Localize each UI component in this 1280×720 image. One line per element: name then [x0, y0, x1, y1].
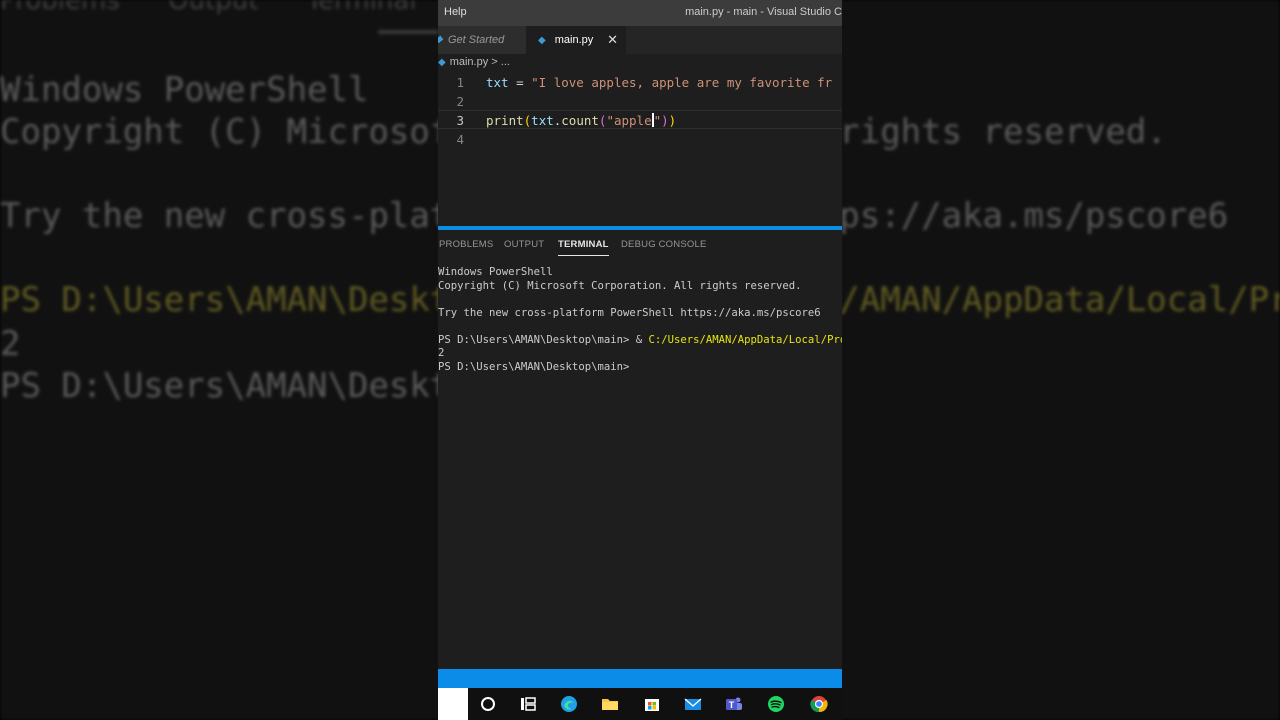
terminal-prompt: PS D:\Users\AMAN\Desktop\main>: [438, 361, 630, 373]
tab-terminal[interactable]: TERMINAL: [558, 239, 609, 256]
background-line: Windows PowerShell: [0, 70, 369, 110]
code-line-current: 3 print(txt.count("apple ")): [438, 110, 842, 129]
close-icon[interactable]: ✕: [607, 32, 618, 48]
start-button[interactable]: [438, 688, 468, 720]
store-icon[interactable]: [643, 695, 661, 713]
code-line: 4: [438, 130, 842, 149]
edge-icon[interactable]: [560, 695, 578, 713]
teams-icon[interactable]: T: [725, 695, 743, 713]
line-number: 2: [456, 94, 464, 109]
spotify-icon[interactable]: [767, 695, 785, 713]
terminal-line: 2: [438, 347, 445, 359]
vscode-window: Help main.py - main - Visual Studio C ◆ …: [438, 0, 842, 720]
tab-output[interactable]: OUTPUT: [504, 239, 544, 250]
line-number: 1: [456, 75, 464, 90]
line-number: 4: [456, 132, 464, 147]
mail-icon[interactable]: [684, 695, 702, 713]
terminal-command-path: C:/Users/AMAN/AppData/Local/Progra: [648, 334, 842, 346]
tab-label: main.py: [554, 34, 594, 46]
svg-text:T: T: [729, 700, 735, 710]
terminal-line: PS D:\Users\AMAN\Desktop\main> & C:/User…: [438, 334, 842, 348]
breadcrumb: ◆ main.py > ...: [438, 56, 510, 72]
tab-debug-console[interactable]: DEBUG CONSOLE: [621, 239, 706, 250]
vscode-icon: ◆: [438, 34, 443, 45]
background-bar: [378, 30, 438, 34]
tab-label: Get Started: [448, 34, 505, 46]
status-bar: [438, 669, 842, 688]
background-line: 2: [0, 324, 21, 364]
breadcrumb-separator: >: [491, 56, 498, 68]
code-line: 1 txt = "I love apples, apple are my fav…: [438, 73, 842, 92]
python-file-icon: ◆: [538, 35, 546, 46]
title-bar: Help main.py - main - Visual Studio C: [438, 0, 842, 26]
code-line: 2: [438, 92, 842, 111]
tab-get-started[interactable]: ◆ Get Started: [438, 26, 526, 54]
file-explorer-icon[interactable]: [601, 695, 619, 713]
chrome-icon[interactable]: [810, 695, 828, 713]
task-view-icon[interactable]: [519, 695, 537, 713]
background-tabs: Problems Output Terminal: [0, 0, 417, 16]
window-title: main.py - main - Visual Studio C: [685, 6, 842, 18]
terminal-output[interactable]: Windows PowerShell Copyright (C) Microso…: [438, 266, 842, 373]
terminal-line: Copyright (C) Microsoft Corporation. All…: [438, 280, 802, 292]
python-file-icon: ◆: [438, 57, 446, 68]
terminal-line: Windows PowerShell: [438, 266, 553, 278]
code-text: print(txt.count("apple ")): [486, 113, 677, 128]
search-icon[interactable]: [479, 695, 497, 713]
code-editor[interactable]: 1 txt = "I love apples, apple are my fav…: [438, 72, 842, 222]
panel-tabs: PROBLEMS OUTPUT TERMINAL DEBUG CONSOLE: [438, 230, 842, 260]
editor-tab-bar: ◆ Get Started ◆ main.py ✕: [438, 26, 842, 54]
line-number: 3: [456, 113, 464, 128]
breadcrumb-rest[interactable]: ...: [501, 56, 510, 68]
tab-problems[interactable]: PROBLEMS: [439, 239, 493, 250]
menu-help[interactable]: Help: [444, 6, 467, 18]
breadcrumb-file[interactable]: main.py: [450, 56, 489, 68]
tab-main-py[interactable]: ◆ main.py ✕: [526, 26, 626, 54]
code-text: txt = "I love apples, apple are my favor…: [486, 75, 833, 90]
taskbar: T: [438, 688, 842, 720]
terminal-line: Try the new cross-platform PowerShell ht…: [438, 307, 821, 319]
